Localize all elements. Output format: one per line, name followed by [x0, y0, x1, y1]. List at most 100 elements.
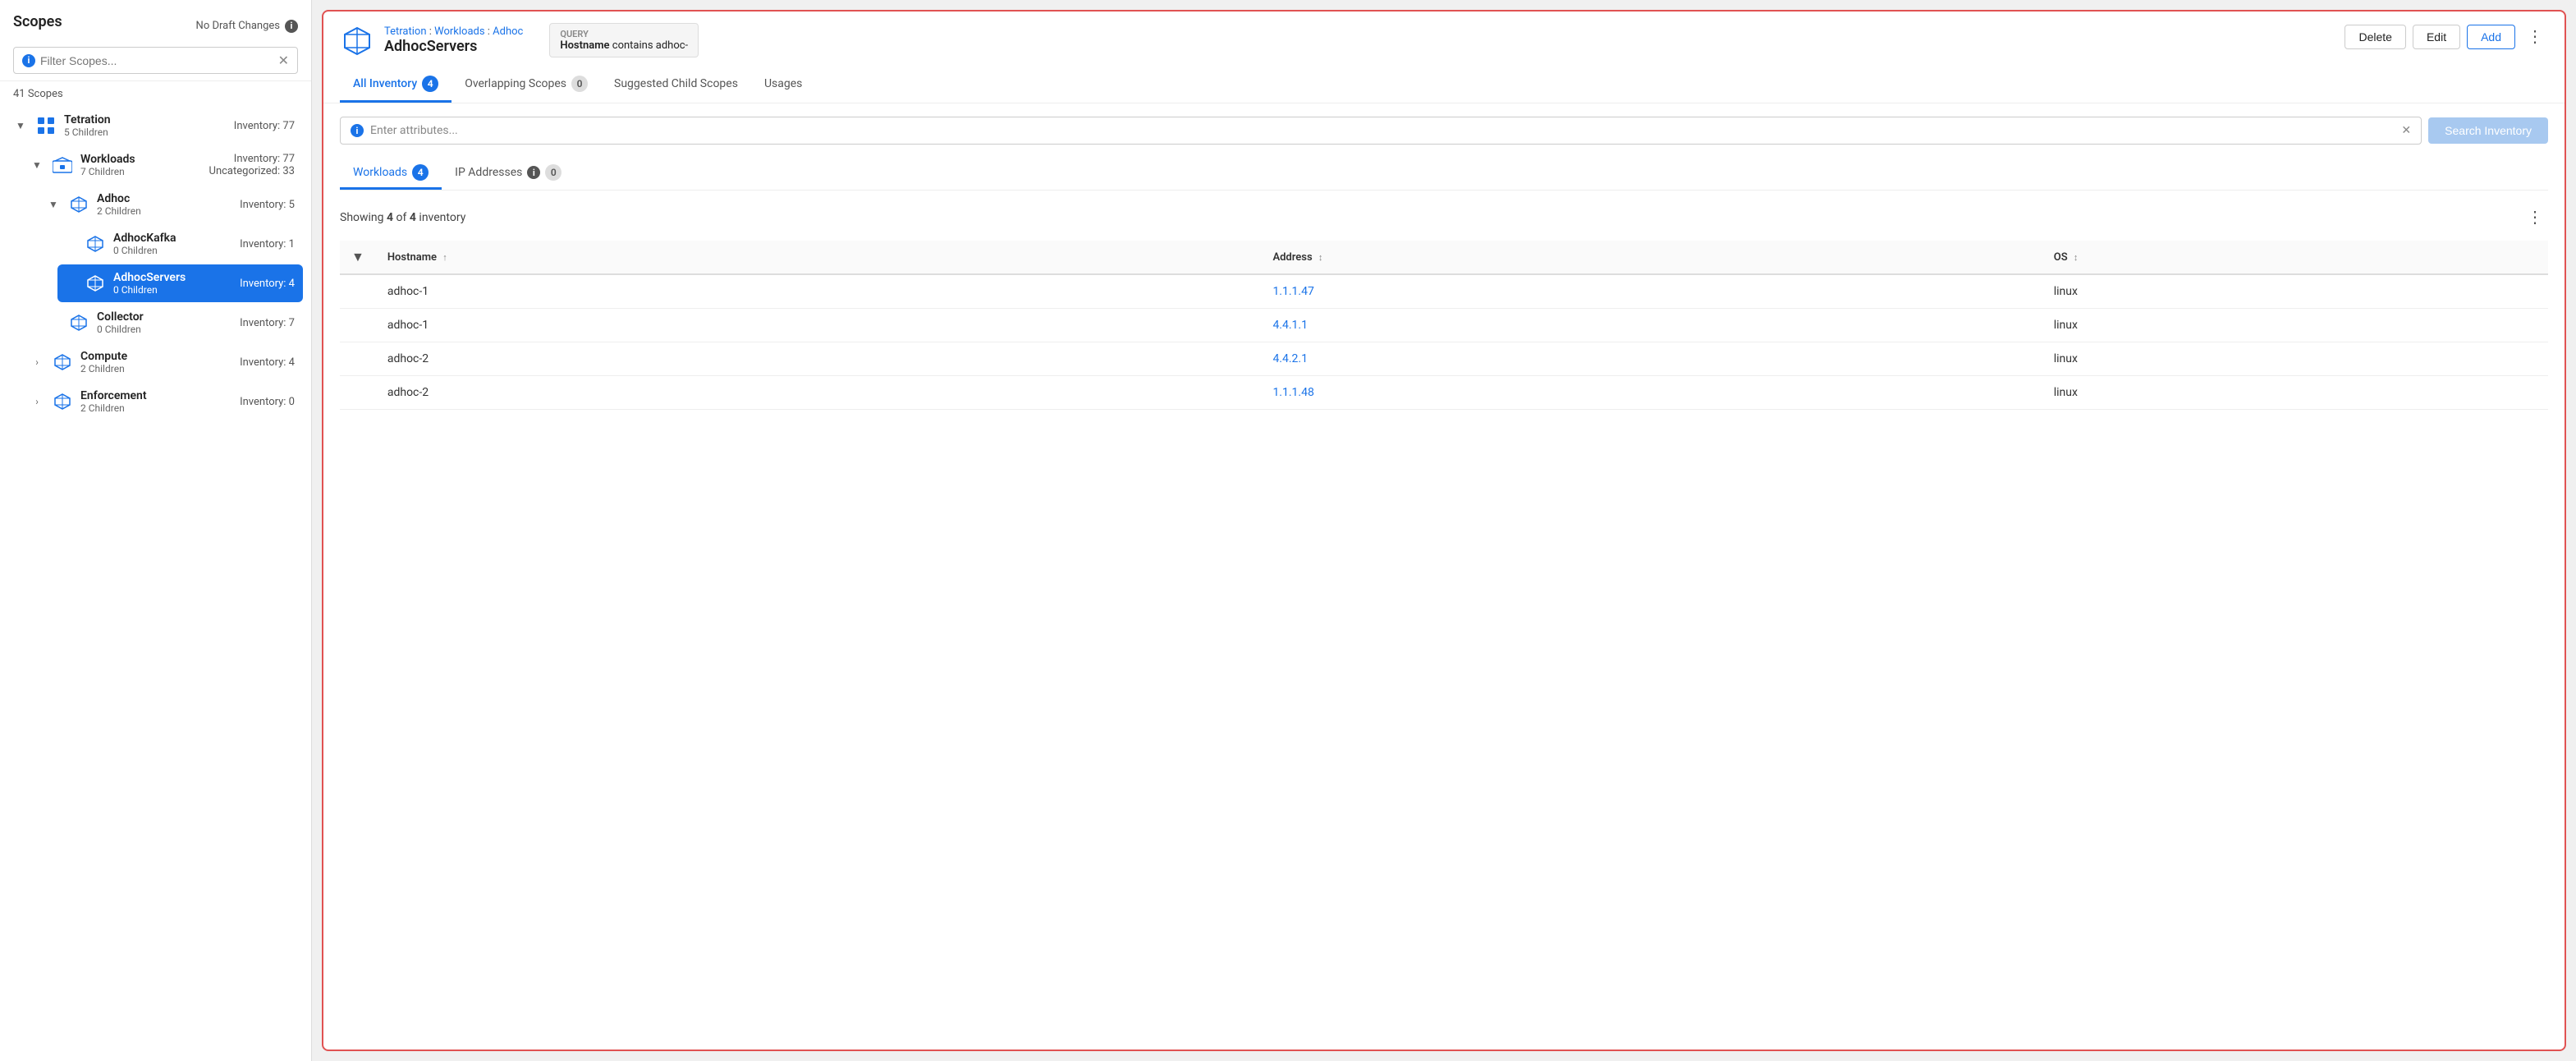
breadcrumb-tetration[interactable]: Tetration — [384, 25, 427, 38]
filter-input[interactable] — [40, 54, 273, 67]
sub-tabs: Workloads 4 IP Addresses i 0 — [340, 158, 2548, 191]
adhockafka-inventory: Inventory: 1 — [240, 238, 295, 250]
query-box: Query Hostname contains adhoc- — [549, 23, 699, 57]
row-os: linux — [2042, 342, 2548, 376]
sidebar-item-compute[interactable]: › Compute 2 Children Inventory: 4 — [25, 343, 303, 381]
collector-info: Collector 0 Children — [97, 310, 233, 335]
row-hostname: adhoc-1 — [376, 274, 1262, 309]
breadcrumb-workloads[interactable]: Workloads — [434, 25, 484, 38]
adhocservers-inventory: Inventory: 4 — [240, 278, 295, 290]
workloads-children: 7 Children — [80, 166, 203, 177]
filter-funnel-icon[interactable]: ▼ — [351, 249, 364, 264]
chevron-adhoc[interactable]: ▼ — [46, 197, 61, 212]
sub-tab-workloads[interactable]: Workloads 4 — [340, 158, 442, 190]
showing-text-row: Showing 4 of 4 inventory ⋮ — [340, 204, 2548, 231]
adhocservers-info: AdhocServers 0 Children — [113, 271, 233, 296]
table-row: adhoc-1 4.4.1.1 linux — [340, 309, 2548, 342]
adhoc-children: 2 Children — [97, 205, 233, 217]
main-tabs: All Inventory 4 Overlapping Scopes 0 Sug… — [340, 67, 2548, 103]
address-sort-icon[interactable]: ↕ — [1318, 252, 1323, 263]
filter-bar[interactable]: i ✕ — [13, 47, 298, 74]
sidebar-item-adhocservers[interactable]: AdhocServers 0 Children Inventory: 4 — [57, 264, 303, 302]
compute-name: Compute — [80, 350, 233, 363]
row-address: 4.4.2.1 — [1261, 342, 2042, 376]
col-hostname-header[interactable]: Hostname ↑ — [376, 241, 1262, 274]
adhockafka-icon — [84, 232, 107, 255]
add-button[interactable]: Add — [2467, 25, 2515, 49]
sub-tab-workloads-badge: 4 — [412, 164, 429, 181]
ip-info-icon: i — [527, 166, 540, 179]
adhockafka-children: 0 Children — [113, 245, 233, 256]
tab-all-inventory[interactable]: All Inventory 4 — [340, 67, 451, 103]
tab-suggested-child-scopes[interactable]: Suggested Child Scopes — [601, 67, 751, 103]
sidebar-item-collector[interactable]: Collector 0 Children Inventory: 7 — [41, 304, 303, 342]
row-address: 1.1.1.48 — [1261, 376, 2042, 410]
enforcement-children: 2 Children — [80, 402, 233, 414]
filter-clear-icon[interactable]: ✕ — [278, 53, 289, 68]
draft-status: No Draft Changes i — [196, 20, 298, 33]
enforcement-inventory: Inventory: 0 — [240, 396, 295, 408]
query-hostname: Hostname — [560, 39, 609, 52]
sidebar-item-workloads[interactable]: ▼ Workloads 7 Children Inventory: 77 — [25, 146, 303, 184]
filter-info-icon: i — [22, 54, 35, 67]
table-row: adhoc-2 1.1.1.48 linux — [340, 376, 2548, 410]
delete-button[interactable]: Delete — [2345, 25, 2405, 49]
query-text-value: adhoc- — [656, 39, 688, 52]
chevron-tetration[interactable]: ▼ — [13, 118, 28, 133]
panel-header: Tetration : Workloads : Adhoc AdhocServe… — [323, 11, 2565, 103]
tab-overlapping-scopes[interactable]: Overlapping Scopes 0 — [451, 67, 601, 103]
adhockafka-name: AdhocKafka — [113, 232, 233, 245]
sidebar-item-adhoc[interactable]: ▼ Adhoc 2 Children Inventory: 5 — [41, 186, 303, 223]
search-placeholder: Enter attributes... — [370, 124, 2395, 137]
query-contains: contains — [612, 39, 656, 52]
compute-children: 2 Children — [80, 363, 233, 374]
os-sort-icon[interactable]: ↕ — [2074, 252, 2079, 263]
breadcrumb: Tetration : Workloads : Adhoc — [384, 25, 523, 38]
search-info-icon: i — [351, 124, 364, 137]
search-container: i Enter attributes... ✕ Search Inventory — [340, 117, 2548, 145]
table-row: adhoc-1 1.1.1.47 linux — [340, 274, 2548, 309]
enforcement-info: Enforcement 2 Children — [80, 389, 233, 414]
scope-count: 41 Scopes — [0, 81, 311, 107]
search-bar[interactable]: i Enter attributes... ✕ — [340, 117, 2422, 145]
adhoc-inventory: Inventory: 5 — [240, 199, 295, 211]
sub-tab-ip-badge: 0 — [545, 164, 561, 181]
panel-title-area: Tetration : Workloads : Adhoc AdhocServe… — [340, 23, 699, 57]
panel-title-text: Tetration : Workloads : Adhoc AdhocServe… — [384, 25, 523, 55]
sidebar-item-enforcement[interactable]: › Enforcement 2 Children Inventory: 0 — [25, 383, 303, 420]
scope-group-tetration: ▼ Tetration 5 Children Inventory: 77 — [0, 107, 311, 420]
search-inventory-button[interactable]: Search Inventory — [2428, 117, 2548, 144]
chevron-workloads[interactable]: ▼ — [30, 158, 44, 172]
panel-cube-icon — [340, 23, 374, 57]
row-hostname: adhoc-1 — [376, 309, 1262, 342]
adhoc-sub-group: AdhocKafka 0 Children Inventory: 1 — [41, 225, 303, 302]
breadcrumb-adhoc[interactable]: Adhoc — [493, 25, 523, 38]
sidebar-item-adhockafka[interactable]: AdhocKafka 0 Children Inventory: 1 — [57, 225, 303, 263]
tab-overlapping-badge: 0 — [571, 76, 588, 92]
sub-tab-ip-addresses[interactable]: IP Addresses i 0 — [442, 158, 575, 190]
compute-info: Compute 2 Children — [80, 350, 233, 374]
collector-children: 0 Children — [97, 324, 233, 335]
query-value: Hostname contains adhoc- — [560, 39, 688, 52]
table-header-row: ▼ Hostname ↑ Address ↕ OS ↕ — [340, 241, 2548, 274]
sidebar-header: Scopes No Draft Changes i i ✕ — [0, 0, 311, 81]
workloads-group: ▼ Workloads 7 Children Inventory: 77 — [8, 146, 303, 420]
sidebar-item-tetration[interactable]: ▼ Tetration 5 Children Inventory: 77 — [8, 107, 303, 145]
tetration-name: Tetration — [64, 113, 227, 126]
row-os: linux — [2042, 274, 2548, 309]
hostname-sort-icon[interactable]: ↑ — [442, 252, 447, 263]
collector-name: Collector — [97, 310, 233, 324]
table-more-options-button[interactable]: ⋮ — [2522, 204, 2548, 231]
tab-usages[interactable]: Usages — [751, 67, 815, 103]
edit-button[interactable]: Edit — [2413, 25, 2460, 49]
tetration-children: 5 Children — [64, 126, 227, 138]
draft-info-icon[interactable]: i — [285, 20, 298, 33]
search-clear-icon[interactable]: ✕ — [2401, 124, 2411, 137]
col-os-header[interactable]: OS ↕ — [2042, 241, 2548, 274]
col-address-header[interactable]: Address ↕ — [1261, 241, 2042, 274]
chevron-compute[interactable]: › — [30, 355, 44, 370]
chevron-enforcement[interactable]: › — [30, 394, 44, 409]
tetration-info: Tetration 5 Children — [64, 113, 227, 138]
main-panel: Tetration : Workloads : Adhoc AdhocServe… — [322, 10, 2566, 1051]
more-options-button[interactable]: ⋮ — [2522, 23, 2548, 50]
